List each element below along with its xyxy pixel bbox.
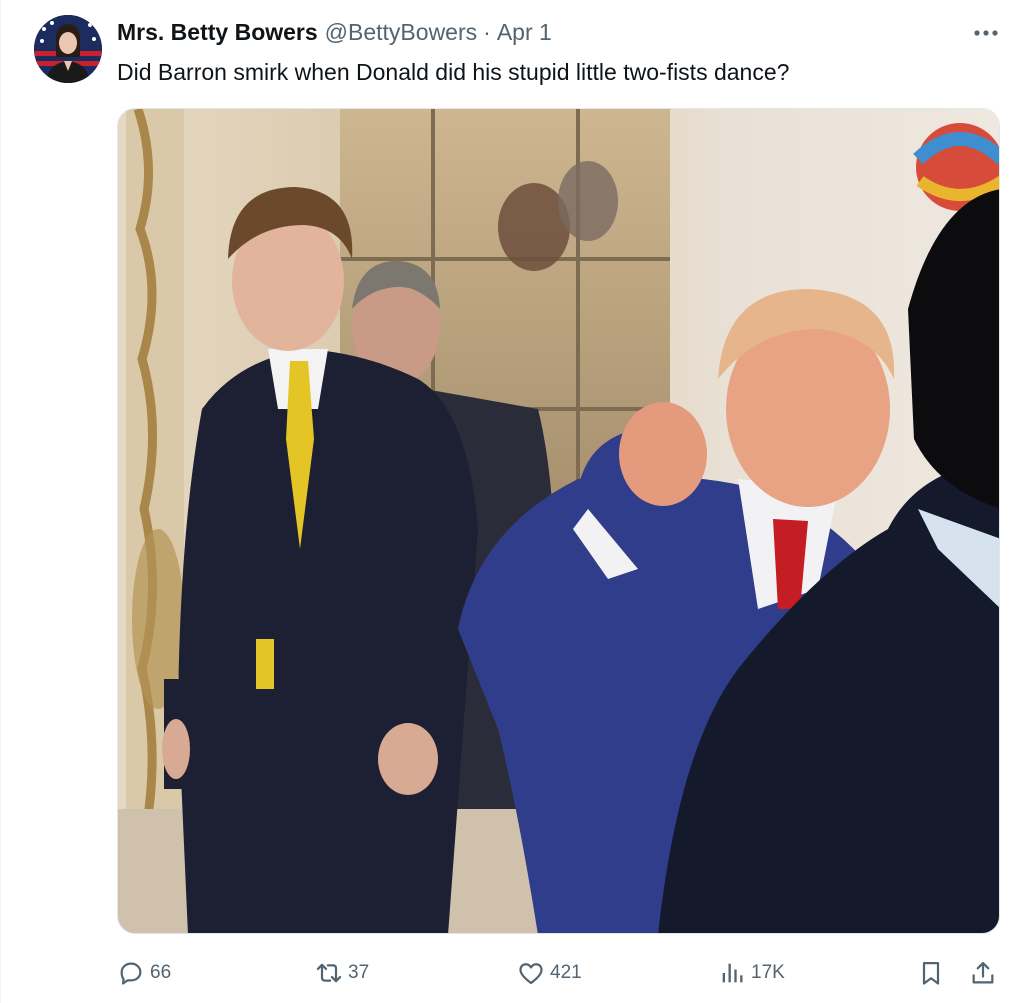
- views-count: 17K: [751, 962, 785, 983]
- author-name[interactable]: Mrs. Betty Bowers: [117, 19, 318, 46]
- tweet-media[interactable]: [117, 108, 1000, 934]
- tweet-date[interactable]: Apr 1: [497, 19, 552, 46]
- more-horizontal-icon: [974, 30, 998, 36]
- author-handle[interactable]: @BettyBowers: [325, 19, 477, 46]
- action-bar: 66 37 421 17K: [117, 955, 1005, 991]
- repost-button[interactable]: 37: [315, 955, 369, 991]
- reply-button[interactable]: 66: [117, 955, 171, 991]
- tweet-header: Mrs. Betty Bowers @BettyBowers · Apr 1: [117, 19, 552, 46]
- repost-count: 37: [348, 962, 370, 983]
- views-icon: [722, 963, 743, 983]
- views-button[interactable]: 17K: [718, 955, 785, 991]
- share-button[interactable]: [969, 955, 997, 991]
- like-icon: [519, 963, 543, 985]
- bookmark-icon: [922, 961, 940, 985]
- separator: ·: [483, 19, 491, 45]
- more-button[interactable]: [969, 16, 1003, 50]
- video-still: [118, 109, 999, 933]
- bookmark-button[interactable]: [917, 955, 945, 991]
- avatar[interactable]: [34, 15, 102, 83]
- reply-count: 66: [150, 962, 172, 983]
- avatar-image: [34, 15, 102, 83]
- tweet-card[interactable]: Mrs. Betty Bowers @BettyBowers · Apr 1 D…: [0, 0, 1024, 1003]
- reply-icon: [120, 962, 142, 985]
- share-icon: [972, 961, 994, 984]
- tweet-text: Did Barron smirk when Donald did his stu…: [117, 59, 790, 85]
- like-count: 421: [550, 962, 582, 983]
- like-button[interactable]: 421: [517, 955, 582, 991]
- repost-icon: [316, 963, 342, 983]
